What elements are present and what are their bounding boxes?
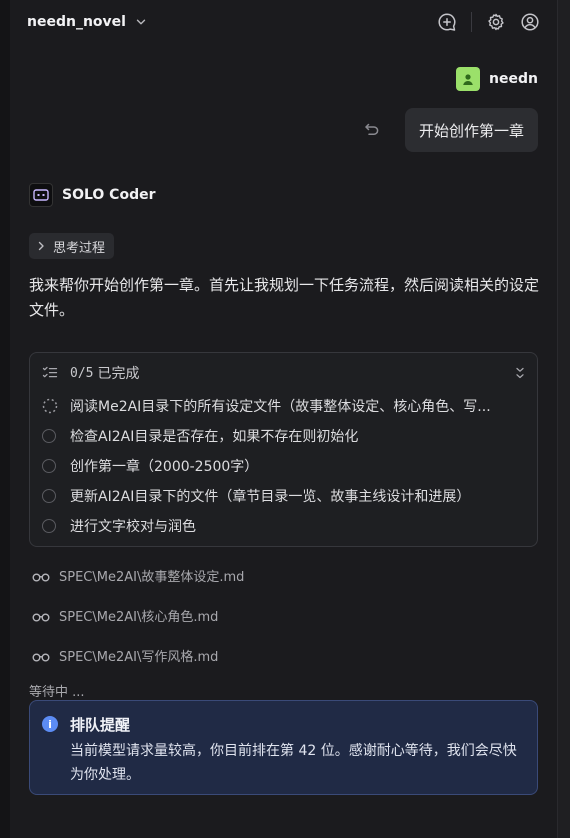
solo-coder-logo-icon: [29, 183, 53, 207]
task-label: 阅读Me2AI目录下的所有设定文件（故事整体设定、核心角色、写...: [70, 399, 491, 415]
project-name[interactable]: needn_novel: [27, 14, 126, 30]
undo-icon[interactable]: [363, 120, 381, 138]
task-item: 阅读Me2AI目录下的所有设定文件（故事整体设定、核心角色、写...: [42, 396, 522, 416]
task-item: 进行文字校对与润色: [42, 516, 522, 536]
task-progress: 0/5 已完成: [42, 363, 139, 383]
header-actions: [435, 10, 542, 34]
thinking-label: 思考过程: [53, 240, 106, 256]
progress-count: 0/5: [70, 365, 94, 381]
chevron-down-icon[interactable]: [136, 17, 146, 27]
task-label: 更新AI2AI目录下的文件（章节目录一览、故事主线设计和进展）: [70, 489, 471, 505]
agent-reply: 我来帮你开始创作第一章。首先让我规划一下任务流程，然后阅读相关的设定文件。: [29, 276, 540, 319]
chat-add-icon[interactable]: [435, 10, 459, 34]
task-item: 创作第一章（2000-2500字）: [42, 456, 522, 476]
notice-body: 当前模型请求量较高，你目前排在第 42 位。感谢耐心等待，我们会尽快为你处理。: [70, 743, 517, 783]
gear-icon[interactable]: [484, 10, 508, 34]
file-path: SPEC\Me2AI\核心角色.md: [59, 610, 219, 625]
agent-header: SOLO Coder: [29, 183, 156, 207]
file-path: SPEC\Me2AI\故事整体设定.md: [59, 570, 245, 585]
top-bar: needn_novel: [10, 0, 556, 44]
agent-name: SOLO Coder: [62, 187, 156, 203]
info-icon: i: [42, 716, 58, 732]
task-item: 检查AI2AI目录是否存在，如果不存在则初始化: [42, 426, 522, 446]
left-edge: [0, 0, 10, 838]
queue-notice: i 排队提醒 当前模型请求量较高，你目前排在第 42 位。感谢耐心等待，我们会尽…: [29, 700, 538, 795]
task-label: 创作第一章（2000-2500字）: [70, 459, 259, 475]
user-circle-icon[interactable]: [518, 10, 542, 34]
glasses-icon: [32, 651, 50, 661]
file-read-item[interactable]: SPEC\Me2AI\写作风格.md: [32, 646, 218, 665]
file-read-item[interactable]: SPEC\Me2AI\核心角色.md: [32, 606, 218, 625]
glasses-icon: [32, 571, 50, 581]
file-read-item[interactable]: SPEC\Me2AI\故事整体设定.md: [32, 566, 244, 585]
task-label: 进行文字校对与润色: [70, 519, 196, 535]
task-list-card: 0/5 已完成 阅读Me2AI目录下的所有设定文件（故事整体设定、核心角色、写.…: [29, 352, 538, 547]
chevron-right-icon: [35, 240, 47, 252]
pending-circle-icon: [42, 429, 56, 443]
header-divider: [471, 12, 472, 32]
checklist-icon: [42, 365, 58, 381]
scrollbar[interactable]: [557, 0, 570, 838]
loading-spinner-icon: [42, 398, 58, 414]
collapse-icon[interactable]: [513, 365, 527, 379]
task-item: 更新AI2AI目录下的文件（章节目录一览、故事主线设计和进展）: [42, 486, 522, 506]
pending-circle-icon: [42, 459, 56, 473]
user-message: 开始创作第一章: [404, 108, 538, 152]
user-header: needn: [456, 67, 538, 91]
thinking-toggle[interactable]: 思考过程: [29, 233, 115, 259]
task-label: 检查AI2AI目录是否存在，如果不存在则初始化: [70, 429, 359, 445]
pending-circle-icon: [42, 489, 56, 503]
file-path: SPEC\Me2AI\写作风格.md: [59, 650, 219, 665]
avatar: [456, 67, 481, 91]
user-name: needn: [489, 71, 538, 87]
app-window: needn_novel needn 开始创作第一章 SOLO Coder 思考过…: [0, 0, 570, 838]
waiting-status: 等待中 ...: [29, 685, 85, 700]
pending-circle-icon: [42, 519, 56, 533]
notice-title: 排队提醒: [70, 716, 131, 734]
progress-label: 已完成: [97, 366, 140, 382]
glasses-icon: [32, 611, 50, 621]
